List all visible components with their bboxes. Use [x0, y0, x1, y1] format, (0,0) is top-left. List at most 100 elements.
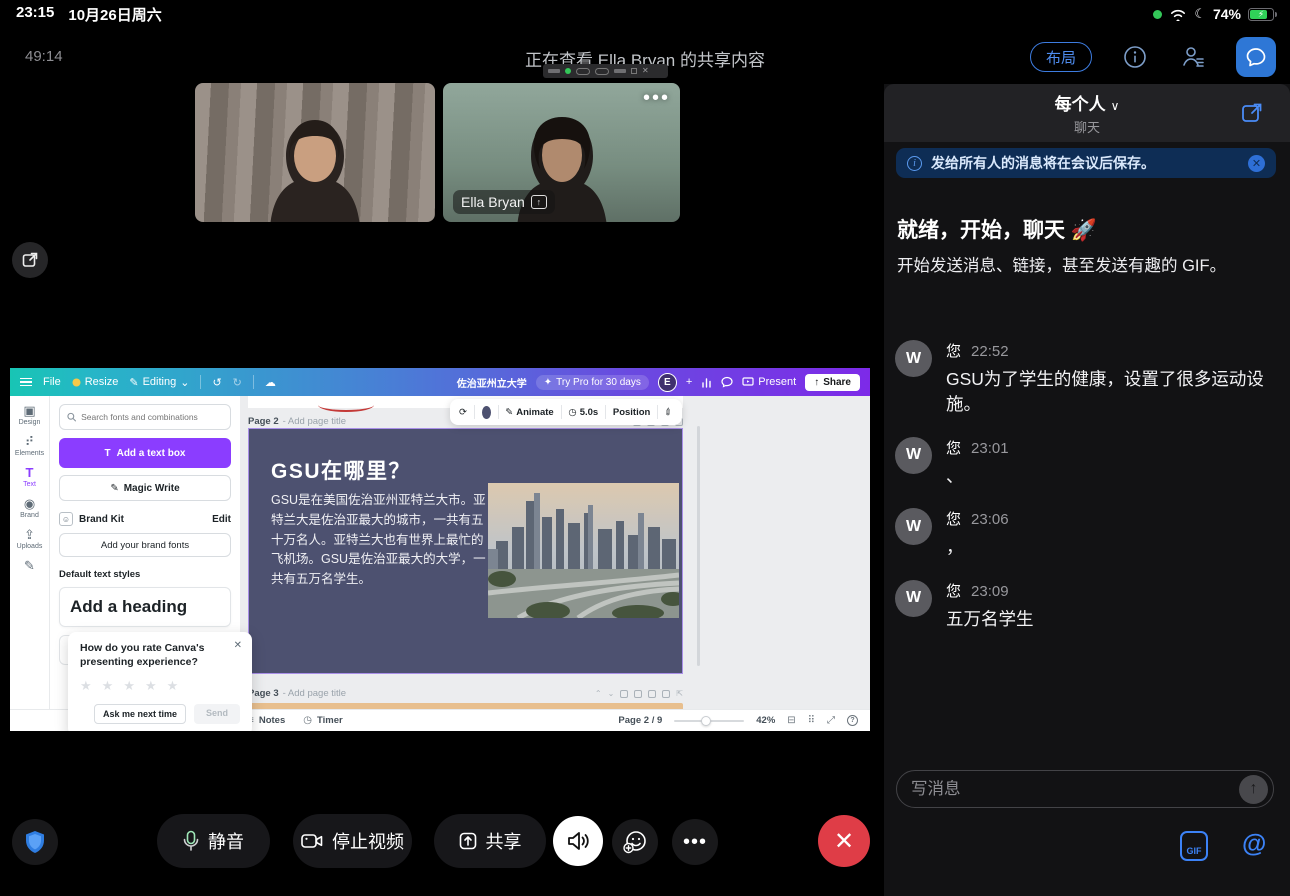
draw-icon: ✎ [24, 559, 35, 573]
fullscreen-icon[interactable]: ⤢ [827, 715, 835, 726]
canvas-scrollbar[interactable] [697, 426, 700, 666]
star-icon[interactable]: ★ [167, 678, 179, 694]
participants-button[interactable] [1178, 42, 1208, 72]
slide-page-2[interactable]: GSU在哪里？ GSU是在美国佐治亚州亚特兰大市。亚特兰大是佐治亚最大的城市，一… [248, 428, 683, 674]
remote-video-tile[interactable]: ••• Ella Bryan ↑ [443, 83, 680, 222]
export-icon[interactable]: ⇱ [676, 690, 683, 698]
more-options-button[interactable]: ••• [672, 819, 718, 865]
banner-close-button[interactable]: ✕ [1248, 155, 1265, 172]
mention-button[interactable]: @ [1242, 830, 1266, 859]
font-search-box[interactable] [59, 404, 231, 430]
floating-share-controls[interactable]: ✕ [543, 64, 668, 78]
brand-label: Brand [20, 512, 39, 519]
message-text: GSU为了学生的健康，设置了很多运动设施。 [946, 367, 1280, 418]
present-button[interactable]: Present [742, 376, 796, 388]
chat-popout-button[interactable] [1240, 101, 1264, 125]
chat-message-input[interactable] [911, 780, 1239, 799]
add-member-icon[interactable]: + [686, 376, 692, 388]
position-button[interactable]: Position [613, 407, 650, 418]
atlanta-skyline-photo[interactable] [488, 483, 679, 618]
star-icon[interactable]: ★ [80, 678, 92, 694]
page2-title-placeholder[interactable]: - Add page title [283, 416, 346, 427]
chat-toggle-button[interactable] [1236, 37, 1276, 77]
gif-button[interactable]: GIF [1180, 831, 1208, 861]
chat-audience-selector[interactable]: 每个人∨ 聊天 [1055, 90, 1120, 136]
mini-pill-icon [595, 68, 609, 75]
speaker-button[interactable] [553, 816, 603, 866]
hide-icon[interactable] [620, 690, 628, 698]
end-call-button[interactable]: ✕ [818, 815, 870, 867]
zoom-percent[interactable]: 42% [756, 715, 775, 726]
slide-body-text[interactable]: GSU是在美国佐治亚州亚特兰大市。亚特兰大是佐治亚最大的城市，一共有五十万名人。… [271, 491, 486, 590]
tile-more-button[interactable]: ••• [643, 87, 670, 110]
default-text-styles-label: Default text styles [59, 569, 231, 580]
sidebar-item-brand[interactable]: ◉ Brand [20, 497, 39, 519]
canva-resize-button[interactable]: Resize [72, 376, 119, 388]
focus-moon-icon: ☾ [1194, 6, 1206, 22]
add-text-box-button[interactable]: T Add a text box [59, 438, 231, 468]
security-button[interactable] [12, 819, 58, 865]
comments-icon[interactable] [721, 376, 733, 388]
banner-text: 发给所有人的消息将在会议后保存。 [931, 153, 1239, 173]
page3-title-placeholder[interactable]: - Add page title [283, 688, 346, 699]
sidebar-item-design[interactable]: ▣ Design [19, 404, 41, 426]
popout-shared-content-button[interactable] [12, 242, 48, 278]
brand-kit-edit-link[interactable]: Edit [212, 514, 231, 525]
sidebar-item-text[interactable]: T Text [23, 466, 36, 488]
help-icon[interactable]: ? [847, 715, 858, 726]
rotate-icon[interactable]: ⟳ [459, 407, 467, 418]
add-heading-style[interactable]: Add a heading [59, 587, 231, 627]
canva-file-menu[interactable]: File [43, 376, 61, 388]
canva-menu-icon[interactable] [20, 378, 32, 387]
undo-icon[interactable]: ↺ [212, 376, 221, 389]
add-brand-fonts-button[interactable]: Add your brand fonts [59, 533, 231, 557]
zoom-slider[interactable] [674, 720, 744, 722]
mute-button[interactable]: 静音 [157, 814, 270, 868]
reactions-button[interactable] [612, 819, 658, 865]
grid-view-icon[interactable]: ⊟ [787, 715, 795, 726]
send-message-button[interactable]: ↑ [1239, 775, 1268, 804]
sidebar-item-draw[interactable]: ✎ [24, 559, 35, 573]
lock-icon[interactable] [634, 690, 642, 698]
font-search-input[interactable] [81, 412, 223, 422]
magic-write-button[interactable]: ✎ Magic Write [59, 475, 231, 501]
timer-button[interactable]: ◷ Timer [303, 715, 342, 726]
animate-button[interactable]: ✎ Animate [505, 407, 553, 418]
layout-button[interactable]: 布局 [1030, 42, 1092, 72]
delete-icon[interactable] [662, 690, 670, 698]
ask-me-next-time-button[interactable]: Ask me next time [94, 704, 186, 724]
share-content-button[interactable]: 共享 [434, 814, 546, 868]
canva-share-button[interactable]: ↑ Share [805, 374, 860, 391]
meeting-info-button[interactable] [1120, 42, 1150, 72]
sidebar-item-elements[interactable]: ⠞ Elements [15, 435, 44, 457]
star-icon[interactable]: ★ [145, 678, 157, 694]
charging-bolt-icon: ⚡ [1249, 9, 1273, 20]
canva-editing-mode[interactable]: ✎ Editing ⌄ [129, 376, 189, 389]
brand-icon: ◉ [24, 497, 35, 511]
move-up-icon[interactable]: ⌃ [595, 690, 602, 698]
rating-stars[interactable]: ★ ★ ★ ★ ★ [80, 678, 240, 694]
background-color-chip[interactable] [482, 406, 491, 419]
canva-user-avatar[interactable]: E [658, 373, 677, 392]
pages-view-icon[interactable]: ⠿ [808, 715, 815, 726]
duration-button[interactable]: ◷ 5.0s [568, 407, 598, 418]
message-time: 22:52 [971, 343, 1009, 360]
canva-doc-title[interactable]: 佐治亚州立大学 [457, 375, 527, 390]
star-icon[interactable]: ★ [102, 678, 114, 694]
self-video-tile[interactable] [195, 83, 435, 222]
try-pro-button[interactable]: ✦ Try Pro for 30 days [536, 375, 649, 390]
insights-icon[interactable] [701, 377, 712, 388]
style-picker-icon[interactable]: ✐ [662, 405, 675, 419]
sidebar-item-uploads[interactable]: ⇪ Uploads [17, 528, 43, 550]
sparkle-icon: ✦ [544, 377, 552, 388]
stop-video-button[interactable]: 停止视频 [293, 814, 412, 868]
slide-heading[interactable]: GSU在哪里？ [271, 455, 411, 485]
close-icon[interactable]: ✕ [234, 640, 242, 651]
duplicate-icon[interactable] [648, 690, 656, 698]
move-down-icon[interactable]: ⌄ [608, 690, 615, 698]
redo-icon[interactable]: ↻ [233, 376, 242, 389]
zoom-slider-knob[interactable] [701, 716, 711, 726]
notes-button[interactable]: ≡ Notes [248, 715, 285, 726]
star-icon[interactable]: ★ [123, 678, 135, 694]
rating-send-button[interactable]: Send [194, 704, 240, 724]
